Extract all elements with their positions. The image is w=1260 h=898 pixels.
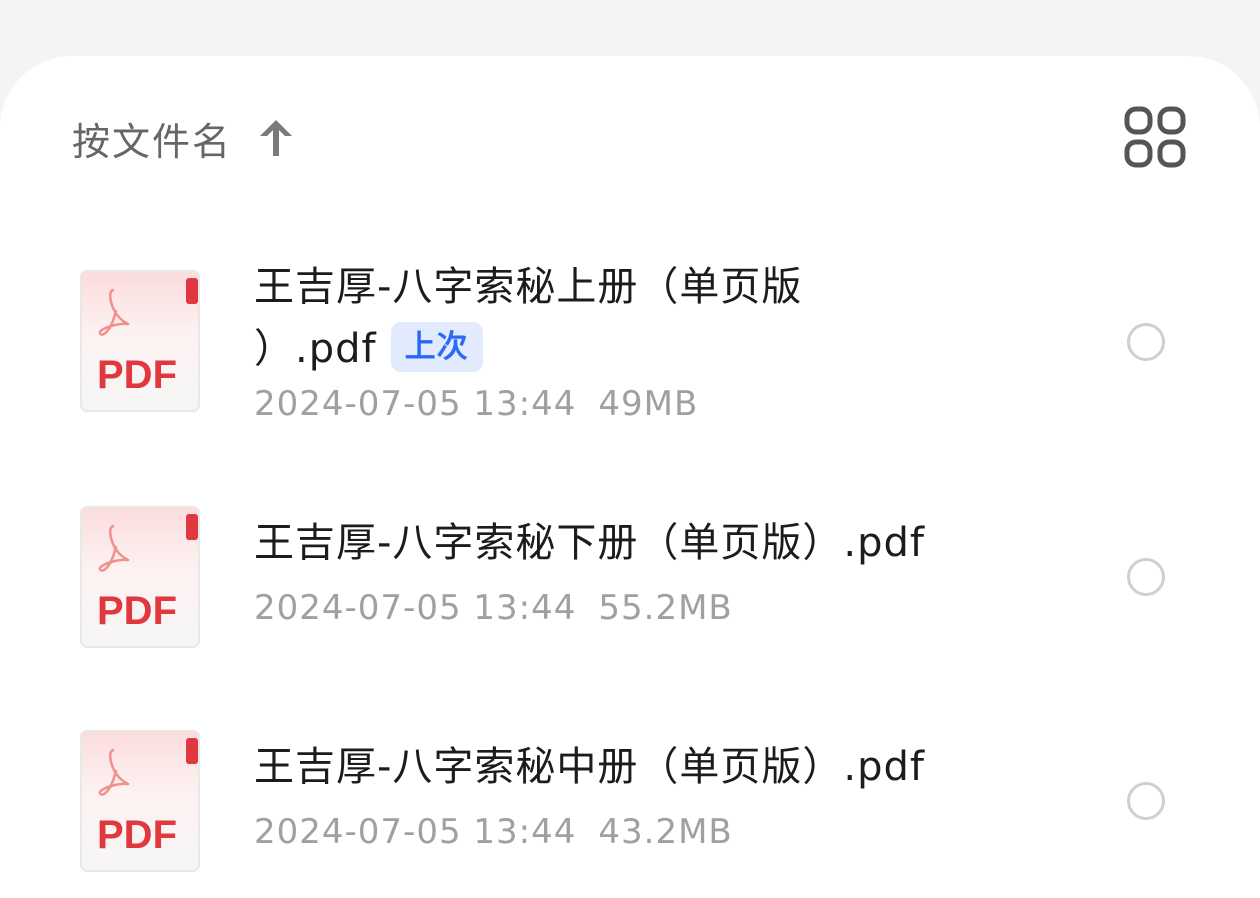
file-name-line-1: 王吉厚-八字索秘上册（单页版 xyxy=(254,264,803,310)
file-date: 2024-07-05 13:44 xyxy=(254,812,577,852)
file-meta: 2024-07-05 13:44 43.2MB xyxy=(254,812,733,852)
file-name: 王吉厚-八字索秘下册（单页版）.pdf xyxy=(254,520,926,566)
file-size: 43.2MB xyxy=(598,812,733,852)
pdf-file-icon: PDF xyxy=(80,730,200,872)
file-name: 王吉厚-八字索秘中册（单页版）.pdf xyxy=(254,744,926,790)
pdf-label: PDF xyxy=(97,353,177,397)
pdf-file-icon: PDF xyxy=(80,270,200,412)
select-radio-button[interactable] xyxy=(1127,782,1165,820)
file-list-item[interactable]: PDF 王吉厚-八字索秘上册（单页版 ）.pdf 上次 2024-07-05 13… xyxy=(0,250,1260,430)
pdf-file-icon: PDF xyxy=(80,506,200,648)
select-radio-button[interactable] xyxy=(1127,323,1165,361)
select-radio-button[interactable] xyxy=(1127,558,1165,596)
file-size: 55.2MB xyxy=(598,588,733,628)
pdf-label: PDF xyxy=(97,813,177,857)
file-list-item[interactable]: PDF 王吉厚-八字索秘下册（单页版）.pdf 2024-07-05 13:44… xyxy=(0,490,1260,660)
file-name: 王吉厚-八字索秘上册（单页版 ）.pdf 上次 xyxy=(254,256,1014,380)
grid-view-icon[interactable] xyxy=(1124,106,1186,168)
file-list-item[interactable]: PDF 王吉厚-八字索秘中册（单页版）.pdf 2024-07-05 13:44… xyxy=(0,714,1260,884)
arrow-up-icon xyxy=(256,116,296,160)
file-size: 49MB xyxy=(598,384,699,424)
pdf-label: PDF xyxy=(97,589,177,633)
file-name-line-2: ）.pdf xyxy=(254,326,377,372)
sort-by-name-button[interactable]: 按文件名 xyxy=(72,108,296,168)
sort-label: 按文件名 xyxy=(72,119,233,164)
last-opened-badge: 上次 xyxy=(390,322,483,372)
file-meta: 2024-07-05 13:44 49MB xyxy=(254,384,698,424)
file-meta: 2024-07-05 13:44 55.2MB xyxy=(254,588,733,628)
file-date: 2024-07-05 13:44 xyxy=(254,588,577,628)
file-date: 2024-07-05 13:44 xyxy=(254,384,577,424)
